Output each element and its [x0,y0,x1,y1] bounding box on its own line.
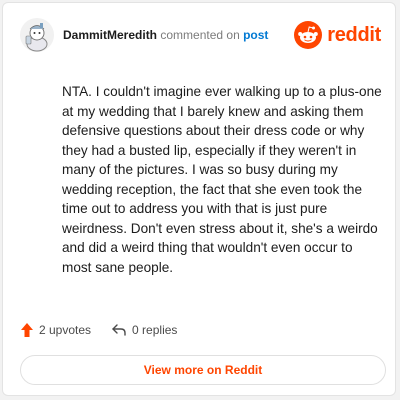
user-avatar[interactable] [20,18,54,52]
comment-body: NTA. I couldn't imagine ever walking up … [62,84,382,275]
comment-embed-card: DammitMeredith commented on post reddit … [2,2,396,396]
post-link[interactable]: post [243,28,268,42]
comment-actions: 2 upvotes 0 replies [20,321,177,339]
reddit-logo[interactable]: reddit [294,21,381,49]
upvote-button[interactable]: 2 upvotes [20,322,91,338]
view-more-button[interactable]: View more on Reddit [20,355,386,385]
reply-button[interactable]: 0 replies [111,323,177,337]
reddit-snoo-icon [294,21,323,49]
action-text: commented on [160,28,240,42]
comment-header: DammitMeredith commented on post [63,28,268,42]
upvote-arrow-icon [21,323,33,337]
upvote-count: 2 upvotes [39,323,92,337]
reply-count: 0 replies [132,323,178,337]
reddit-wordmark: reddit [327,23,381,46]
username-link[interactable]: DammitMeredith [63,28,157,42]
reply-arrow-icon [112,324,126,336]
